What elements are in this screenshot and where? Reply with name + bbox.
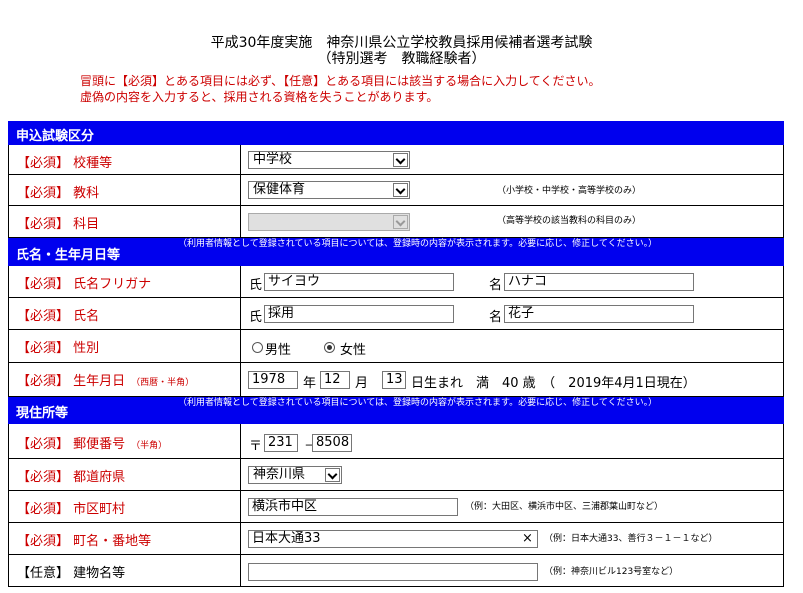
- row-birth: 【必須】 生年月日 （西暦・半角） 1978 年 12 月 13 日生まれ 満 4…: [8, 363, 784, 397]
- field-label: 【必須】 氏名フリガナ: [17, 277, 152, 292]
- mei-label: 名: [489, 310, 503, 325]
- field-label: 【必須】 性別: [17, 341, 100, 356]
- prefecture-select[interactable]: 神奈川県: [248, 466, 342, 484]
- street-input[interactable]: 日本大通33: [248, 530, 538, 548]
- furigana-sei-input[interactable]: サイヨウ: [264, 273, 454, 291]
- chevron-down-icon: [393, 215, 408, 229]
- row-building: 【任意】 建物名等 （例：神奈川ビル123号室など）: [8, 555, 784, 587]
- row-furigana: 【必須】 氏名フリガナ 氏 サイヨウ 名 ハナコ: [8, 266, 784, 298]
- chevron-down-icon: [393, 183, 408, 197]
- field-hint: （小学校・中学校・高等学校のみ）: [497, 186, 642, 196]
- chevron-down-icon: [393, 153, 408, 167]
- field-hint: （例：神奈川ビル123号室など）: [544, 567, 679, 577]
- field-hint: （例：大田区、横浜市中区、三浦郡葉山町など）: [465, 502, 664, 512]
- field-label: 【必須】 科目: [17, 217, 100, 232]
- school-type-select[interactable]: 中学校: [248, 151, 410, 169]
- gender-male-label: 男性: [265, 343, 292, 358]
- birth-month-input[interactable]: 12: [320, 371, 350, 389]
- birth-age-text: 日生まれ 満 40 歳 （ 2019年4月1日現在）: [411, 376, 696, 391]
- field-hint: （例：日本大通33、善行３－１－１など）: [544, 534, 718, 544]
- field-label: 【必須】 生年月日 （西暦・半角）: [17, 374, 195, 389]
- section-name-header: 氏名・生年月日等 （利用者情報として登録されている項目については、登録時の内容が…: [8, 238, 784, 266]
- subject-area-select[interactable]: 保健体育: [248, 181, 410, 199]
- row-gender: 【必須】 性別 男性 女性: [8, 330, 784, 363]
- postal-first-input[interactable]: 231: [264, 434, 298, 452]
- furigana-mei-input[interactable]: ハナコ: [504, 273, 694, 291]
- gender-female-radio[interactable]: [324, 342, 335, 353]
- subject-select[interactable]: [248, 213, 410, 231]
- section-title: 現住所等: [16, 406, 69, 421]
- section-title: 氏名・生年月日等: [16, 248, 121, 263]
- row-postal: 【必須】 郵便番号 （半角） 〒 231 － 8508: [8, 424, 784, 459]
- row-city: 【必須】 市区町村 横浜市中区 （例：大田区、横浜市中区、三浦郡葉山町など）: [8, 491, 784, 523]
- building-input[interactable]: [248, 563, 538, 581]
- field-label: 【必須】 校種等: [17, 156, 113, 171]
- row-school-type: 【必須】 校種等 中学校: [8, 145, 784, 175]
- year-unit: 年: [303, 376, 317, 391]
- section-note: （利用者情報として登録されている項目については、登録時の内容が表示されます。必要…: [178, 398, 658, 408]
- gender-male-radio[interactable]: [252, 342, 263, 353]
- mei-label: 名: [489, 278, 503, 293]
- sei-label: 氏: [249, 278, 263, 293]
- clear-icon[interactable]: ×: [522, 531, 533, 546]
- birth-year-input[interactable]: 1978: [248, 371, 298, 389]
- month-unit: 月: [355, 376, 369, 391]
- instruction-note-2: 虚偽の内容を入力すると、採用される資格を失うことがあります。: [80, 90, 439, 104]
- row-street: 【必須】 町名・番地等 日本大通33 × （例：日本大通33、善行３－１－１など…: [8, 523, 784, 555]
- city-input[interactable]: 横浜市中区: [248, 498, 458, 516]
- postal-second-input[interactable]: 8508: [312, 434, 352, 452]
- field-label: 【必須】 市区町村: [17, 502, 126, 517]
- postal-mark: 〒: [249, 439, 263, 454]
- page-title: 平成30年度実施 神奈川県公立学校教員採用候補者選考試験: [210, 35, 593, 51]
- field-label: 【任意】 建物名等: [17, 566, 126, 581]
- field-label: 【必須】 氏名: [17, 309, 100, 324]
- birth-day-input[interactable]: 13: [382, 371, 406, 389]
- section-exam-header: 申込試験区分: [8, 121, 784, 145]
- field-label: 【必須】 教科: [17, 186, 100, 201]
- section-note: （利用者情報として登録されている項目については、登録時の内容が表示されます。必要…: [178, 239, 658, 249]
- row-name: 【必須】 氏名 氏 採用 名 花子: [8, 298, 784, 330]
- field-label: 【必須】 都道府県: [17, 470, 126, 485]
- sei-label: 氏: [249, 310, 263, 325]
- row-subject-area: 【必須】 教科 保健体育 （小学校・中学校・高等学校のみ）: [8, 175, 784, 206]
- page-subtitle: （特別選考 教職経験者）: [317, 51, 486, 67]
- field-hint: （高等学校の該当教科の科目のみ）: [497, 216, 642, 226]
- section-title: 申込試験区分: [16, 129, 95, 144]
- name-mei-input[interactable]: 花子: [504, 305, 694, 323]
- chevron-down-icon: [325, 468, 340, 482]
- name-sei-input[interactable]: 採用: [264, 305, 454, 323]
- instruction-note-1: 冒頭に【必須】とある項目には必ず、【任意】とある項目には該当する場合に入力してく…: [80, 74, 601, 88]
- row-prefecture: 【必須】 都道府県 神奈川県: [8, 459, 784, 491]
- row-subject: 【必須】 科目 （高等学校の該当教科の科目のみ）: [8, 206, 784, 238]
- section-address-header: 現住所等 （利用者情報として登録されている項目については、登録時の内容が表示され…: [8, 397, 784, 424]
- gender-female-label: 女性: [340, 343, 367, 358]
- field-label: 【必須】 町名・番地等: [17, 534, 152, 549]
- field-label: 【必須】 郵便番号 （半角）: [17, 437, 168, 452]
